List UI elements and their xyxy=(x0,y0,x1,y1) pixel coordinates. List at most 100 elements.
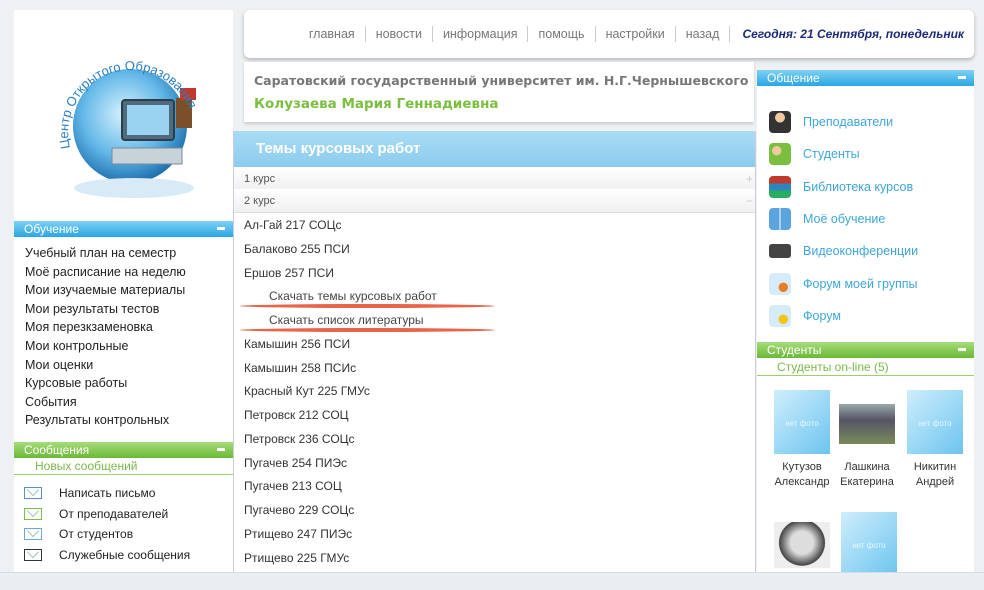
nav-news[interactable]: новости xyxy=(366,26,433,42)
student-card[interactable] xyxy=(770,522,834,572)
no-photo-placeholder: нет фото xyxy=(841,512,897,572)
group-item[interactable]: Пугачев 254 ПИЭс xyxy=(244,452,437,476)
books-icon xyxy=(769,175,791,198)
today-date: Сегодня: 21 Сентября, понедельник xyxy=(742,27,964,41)
group-item[interactable]: Балаково 255 ПСИ xyxy=(244,238,437,262)
download-literature-link[interactable]: Скачать список литературы xyxy=(240,309,495,333)
highlight-stroke xyxy=(240,304,495,309)
students-online-label[interactable]: Студенты on-line (5) xyxy=(757,360,974,376)
download-literature-label: Скачать список литературы xyxy=(269,313,424,327)
group-item[interactable]: Красный Кут 225 ГМУс xyxy=(244,380,437,404)
student-card[interactable]: нет фото Никитин Андрей xyxy=(903,390,967,490)
group-item[interactable]: Камышин 256 ПСИ xyxy=(244,333,437,357)
nav-home[interactable]: главная xyxy=(299,26,366,42)
group-item[interactable]: Ал-Гай 217 СОЦс xyxy=(244,214,437,238)
collapse-icon[interactable] xyxy=(217,227,225,230)
envelope-pencil-icon xyxy=(24,487,42,500)
course-1-row[interactable]: 1 курс + xyxy=(234,167,755,191)
group-item[interactable]: Петровск 212 СОЦ xyxy=(244,404,437,428)
group-item[interactable]: Ершов 257 ПСИ xyxy=(244,262,437,286)
students-icon xyxy=(769,143,791,166)
collapse-icon[interactable] xyxy=(958,348,966,351)
download-topics-link[interactable]: Скачать темы курсовых работ xyxy=(240,285,495,309)
forum-label: Форум xyxy=(803,308,841,323)
forum-link[interactable]: Форум xyxy=(769,300,918,332)
no-photo-label: нет фото xyxy=(852,541,886,550)
student-card[interactable]: нет фото xyxy=(837,512,901,572)
messages-section-title: Сообщения xyxy=(24,443,90,457)
no-photo-placeholder: нет фото xyxy=(774,390,830,454)
communication-section-header: Общение xyxy=(757,70,974,86)
menu-item-study-plan[interactable]: Учебный план на семестр xyxy=(25,244,186,263)
student-photo xyxy=(839,404,895,444)
group-item[interactable]: Ртищево 247 ПИЭс xyxy=(244,523,437,547)
write-letter-item[interactable]: Написать письмо xyxy=(24,483,190,504)
students-link[interactable]: Студенты xyxy=(769,138,918,170)
nav-help[interactable]: помощь xyxy=(528,26,596,42)
from-teachers-label: От преподавателей xyxy=(59,506,169,521)
user-name: Колузаева Мария Геннадиевна xyxy=(254,96,499,112)
menu-item-grades[interactable]: Мои оценки xyxy=(25,356,186,375)
envelope-icon xyxy=(24,507,42,520)
teachers-link[interactable]: Преподаватели xyxy=(769,106,918,138)
nav-links: главная новости информация помощь настро… xyxy=(299,26,964,42)
page-header: Саратовский государственный университет … xyxy=(244,62,754,122)
menu-item-reexam[interactable]: Моя перезкзаменовка xyxy=(25,318,186,337)
group-list: Ал-Гай 217 СОЦс Балаково 255 ПСИ Ершов 2… xyxy=(240,214,495,571)
highlight-stroke xyxy=(240,328,495,332)
right-column: Общение Преподаватели Студенты Библиотек… xyxy=(757,70,974,572)
learning-section-title: Обучение xyxy=(24,222,79,236)
main-panel: Темы курсовых работ 1 курс + 2 курс − Ал… xyxy=(233,131,756,572)
forum-group-icon xyxy=(769,272,791,295)
group-item[interactable]: Пугачево 229 СОЦс xyxy=(244,499,437,523)
new-messages-label[interactable]: Новых сообщений xyxy=(14,459,233,475)
messages-menu: Написать письмо От преподавателей От сту… xyxy=(24,483,190,565)
messages-section-header: Сообщения xyxy=(14,442,233,458)
student-second-name: Андрей xyxy=(915,476,955,488)
menu-item-test-results[interactable]: Мои результаты тестов xyxy=(25,300,186,319)
my-learning-link[interactable]: Моё обучение xyxy=(769,203,918,235)
menu-item-materials[interactable]: Мои изучаемые материалы xyxy=(25,281,186,300)
logo[interactable]: Центр Открытого Образования xyxy=(42,38,222,208)
forum-icon xyxy=(769,304,791,327)
download-topics-label: Скачать темы курсовых работ xyxy=(269,289,437,304)
menu-item-course-works[interactable]: Курсовые работы xyxy=(25,374,186,393)
nav-back[interactable]: назад xyxy=(676,26,731,42)
students-section-title: Студенты xyxy=(767,343,822,357)
group-item[interactable]: Ртищево 225 ГМУс xyxy=(244,547,437,571)
student-card[interactable]: Лашкина Екатерина xyxy=(835,390,899,490)
communication-menu: Преподаватели Студенты Библиотека курсов… xyxy=(769,106,918,332)
write-letter-label: Написать письмо xyxy=(59,486,156,500)
student-first-name: Кутузов xyxy=(782,461,822,473)
learning-section-header: Обучение xyxy=(14,221,233,237)
group-item[interactable]: Петровск 236 СОЦс xyxy=(244,428,437,452)
nav-settings[interactable]: настройки xyxy=(596,26,676,42)
collapse-icon[interactable] xyxy=(217,448,225,451)
service-messages-label: Служебные сообщения xyxy=(59,547,191,562)
menu-item-control-results[interactable]: Результаты контрольных xyxy=(25,411,186,430)
student-photo xyxy=(774,522,830,568)
left-column: Центр Открытого Образования Обучение Уче… xyxy=(14,10,233,572)
group-forum-label: Форум моей группы xyxy=(803,276,918,291)
nav-info[interactable]: информация xyxy=(433,26,529,42)
group-item[interactable]: Камышин 258 ПСИс xyxy=(244,357,437,381)
course-2-row[interactable]: 2 курс − xyxy=(234,189,755,213)
group-item[interactable]: Пугачев 213 СОЦ xyxy=(244,475,437,499)
student-card[interactable]: нет фото Кутузов Александр xyxy=(770,390,834,490)
menu-item-events[interactable]: События xyxy=(25,393,186,412)
expand-icon[interactable]: + xyxy=(746,167,753,191)
from-students-item[interactable]: От студентов xyxy=(24,524,190,545)
collapse-icon[interactable] xyxy=(958,76,966,79)
course-2-label: 2 курс xyxy=(244,195,276,207)
menu-item-schedule[interactable]: Моё расписание на неделю xyxy=(25,263,186,282)
teacher-icon xyxy=(769,111,791,134)
videoconf-label: Видеоконференции xyxy=(803,244,919,259)
group-forum-link[interactable]: Форум моей группы xyxy=(769,267,918,299)
videoconf-link[interactable]: Видеоконференции xyxy=(769,235,918,267)
collapse-icon[interactable]: − xyxy=(746,189,753,213)
from-teachers-item[interactable]: От преподавателей xyxy=(24,504,190,525)
menu-item-control-works[interactable]: Мои контрольные xyxy=(25,337,186,356)
course-1-label: 1 курс xyxy=(244,173,276,185)
library-link[interactable]: Библиотека курсов xyxy=(769,171,918,203)
service-messages-item[interactable]: Служебные сообщения xyxy=(24,545,190,566)
